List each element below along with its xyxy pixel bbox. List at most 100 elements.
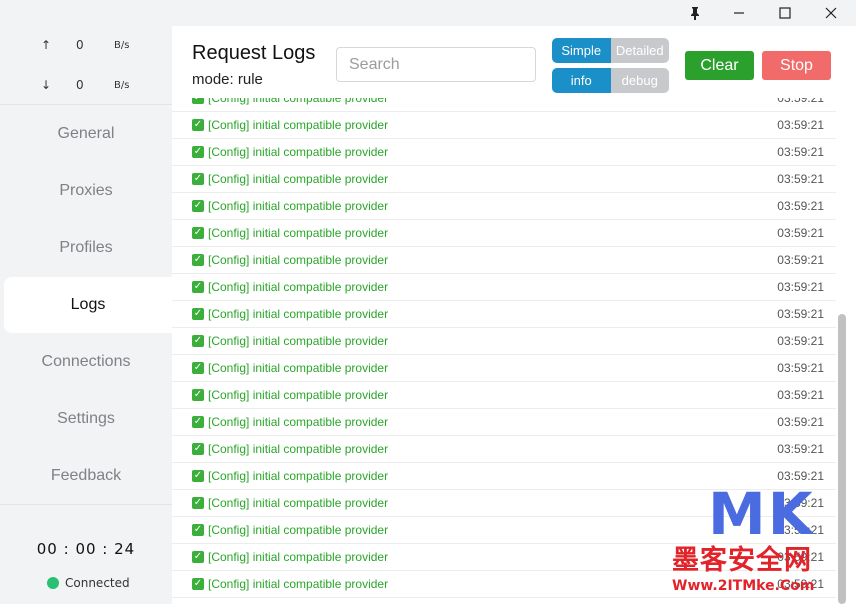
log-time: 03:59:21 [777, 145, 824, 159]
log-time: 03:59:21 [777, 415, 824, 429]
log-message: [Config] initial compatible provider [208, 334, 389, 348]
log-time: 03:59:21 [777, 118, 824, 132]
log-row: ✓ [Config] initial compatible provider 03:… [172, 112, 836, 139]
log-message: [Config] initial compatible provider [208, 388, 389, 402]
download-unit: B/s [114, 80, 130, 91]
log-row: ✓ [Config] initial compatible provider 03:… [172, 193, 836, 220]
log-row: ✓ [Config] initial compatible provider 03:… [172, 274, 836, 301]
clear-button[interactable]: Clear [685, 51, 754, 80]
sidebar-divider [0, 504, 172, 505]
upload-unit: B/s [114, 40, 130, 51]
check-icon: ✓ [192, 416, 204, 428]
download-value: 0 [76, 78, 84, 92]
log-message: [Config] initial compatible provider [208, 226, 389, 240]
proxy-mode: mode: rule [192, 71, 263, 88]
connection-status: Connected [47, 576, 130, 590]
sidebar-item-logs[interactable]: Logs [4, 277, 172, 333]
log-time: 03:59:21 [777, 361, 824, 375]
check-icon: ✓ [192, 389, 204, 401]
log-message: [Config] initial compatible provider [208, 469, 389, 483]
check-icon: ✓ [192, 98, 204, 104]
check-icon: ✓ [192, 362, 204, 374]
log-time: 03:59:21 [777, 388, 824, 402]
check-icon: ✓ [192, 308, 204, 320]
watermark-url: Www.2ITMke.Com [672, 578, 815, 594]
log-message: [Config] initial compatible provider [208, 118, 389, 132]
log-time: 03:59:21 [777, 280, 824, 294]
simple-option[interactable]: Simple [552, 38, 611, 63]
log-message: [Config] initial compatible provider [208, 280, 389, 294]
check-icon: ✓ [192, 551, 204, 563]
log-message: [Config] initial compatible provider [208, 361, 389, 375]
check-icon: ✓ [192, 146, 204, 158]
log-row: ✓ [Config] initial compatible provider 03:… [172, 98, 836, 112]
sidebar-item-proxies[interactable]: Proxies [0, 163, 172, 219]
check-icon: ✓ [192, 524, 204, 536]
log-message: [Config] initial compatible provider [208, 442, 389, 456]
title-bar [0, 0, 856, 26]
check-icon: ✓ [192, 335, 204, 347]
pin-icon[interactable] [672, 0, 718, 26]
log-row: ✓ [Config] initial compatible provider 03:… [172, 328, 836, 355]
log-level-toggle: info debug [552, 68, 669, 93]
log-time: 03:59:21 [777, 253, 824, 267]
upload-speed: ↑ 0 B/s [0, 38, 172, 58]
log-time: 03:59:21 [777, 226, 824, 240]
log-message: [Config] initial compatible provider [208, 496, 389, 510]
sidebar-item-settings[interactable]: Settings [0, 391, 172, 447]
detailed-option[interactable]: Detailed [610, 38, 669, 63]
log-time: 03:59:21 [777, 442, 824, 456]
sidebar-item-general[interactable]: General [0, 106, 172, 162]
sidebar: ↑ 0 B/s ↓ 0 B/s General Proxies Profiles… [0, 26, 172, 604]
check-icon: ✓ [192, 443, 204, 455]
download-speed: ↓ 0 B/s [0, 78, 172, 98]
view-mode-toggle: Simple Detailed [552, 38, 669, 63]
log-message: [Config] initial compatible provider [208, 98, 389, 105]
log-time: 03:59:21 [777, 334, 824, 348]
uptime-timer: 00 : 00 : 24 [36, 540, 136, 558]
upload-value: 0 [76, 38, 84, 52]
check-icon: ✓ [192, 470, 204, 482]
minimize-icon[interactable] [716, 0, 762, 26]
check-icon: ✓ [192, 227, 204, 239]
close-icon[interactable] [808, 0, 854, 26]
log-message: [Config] initial compatible provider [208, 253, 389, 267]
log-row: ✓ [Config] initial compatible provider 03:… [172, 166, 836, 193]
log-row: ✓ [Config] initial compatible provider 03:… [172, 247, 836, 274]
log-message: [Config] initial compatible provider [208, 415, 389, 429]
log-time: 03:59:21 [777, 98, 824, 105]
log-row: ✓ [Config] initial compatible provider 03:… [172, 382, 836, 409]
check-icon: ✓ [192, 200, 204, 212]
log-message: [Config] initial compatible provider [208, 307, 389, 321]
log-message: [Config] initial compatible provider [208, 577, 389, 591]
maximize-icon[interactable] [762, 0, 808, 26]
page-title: Request Logs [192, 42, 316, 64]
log-message: [Config] initial compatible provider [208, 550, 389, 564]
check-icon: ✓ [192, 254, 204, 266]
check-icon: ✓ [192, 578, 204, 590]
log-row: ✓ [Config] initial compatible provider 03:… [172, 436, 836, 463]
log-row: ✓ [Config] initial compatible provider 03:… [172, 220, 836, 247]
sidebar-item-profiles[interactable]: Profiles [0, 220, 172, 276]
watermark: MK 墨客安全网 Www.2ITMke.Com [670, 480, 856, 604]
log-message: [Config] initial compatible provider [208, 199, 389, 213]
sidebar-item-feedback[interactable]: Feedback [0, 448, 172, 504]
info-option[interactable]: info [552, 68, 611, 93]
log-message: [Config] initial compatible provider [208, 523, 389, 537]
sidebar-item-connections[interactable]: Connections [0, 334, 172, 390]
log-time: 03:59:21 [777, 307, 824, 321]
log-row: ✓ [Config] initial compatible provider 03:… [172, 355, 836, 382]
log-row: ✓ [Config] initial compatible provider 03:… [172, 409, 836, 436]
log-message: [Config] initial compatible provider [208, 172, 389, 186]
check-icon: ✓ [192, 119, 204, 131]
stop-button[interactable]: Stop [762, 51, 831, 80]
debug-option[interactable]: debug [610, 68, 669, 93]
search-input[interactable] [336, 47, 536, 82]
log-message: [Config] initial compatible provider [208, 145, 389, 159]
log-time: 03:59:21 [777, 172, 824, 186]
upload-arrow-icon: ↑ [41, 38, 52, 52]
log-row: ✓ [Config] initial compatible provider 03:… [172, 139, 836, 166]
check-icon: ✓ [192, 281, 204, 293]
check-icon: ✓ [192, 497, 204, 509]
download-arrow-icon: ↓ [41, 78, 52, 92]
